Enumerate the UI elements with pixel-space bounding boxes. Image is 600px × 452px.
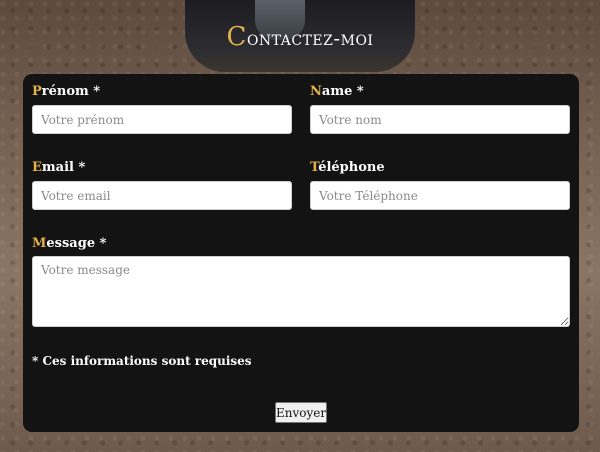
contact-form: Prénom * Name * Email * Téléphone Messag… [23, 74, 579, 432]
email-label-initial: E [32, 160, 42, 175]
telephone-label-initial: T [310, 160, 319, 175]
name-input[interactable] [310, 105, 570, 134]
page-title: Contactez-moi [0, 22, 600, 52]
name-label-rest: ame * [321, 84, 364, 99]
page-title-rest: ontactez-moi [246, 26, 374, 50]
email-label-rest: mail * [41, 160, 86, 175]
name-label-initial: N [310, 84, 322, 99]
telephone-label: Téléphone [310, 160, 385, 175]
prenom-input[interactable] [32, 105, 292, 134]
prenom-label: Prénom * [32, 84, 100, 99]
email-input[interactable] [32, 181, 292, 210]
submit-button[interactable]: Envoyer [275, 402, 327, 423]
message-label: Message * [32, 236, 106, 251]
required-note: * Ces informations sont requises [32, 354, 252, 368]
message-label-initial: M [32, 236, 47, 251]
telephone-input[interactable] [310, 181, 570, 210]
name-label: Name * [310, 84, 364, 99]
email-label: Email * [32, 160, 85, 175]
page-title-initial: C [226, 22, 247, 52]
message-label-rest: essage * [46, 236, 107, 251]
prenom-label-initial: P [32, 84, 42, 99]
telephone-label-rest: éléphone [318, 160, 385, 175]
message-textarea[interactable] [32, 256, 570, 327]
prenom-label-rest: rénom * [41, 84, 101, 99]
